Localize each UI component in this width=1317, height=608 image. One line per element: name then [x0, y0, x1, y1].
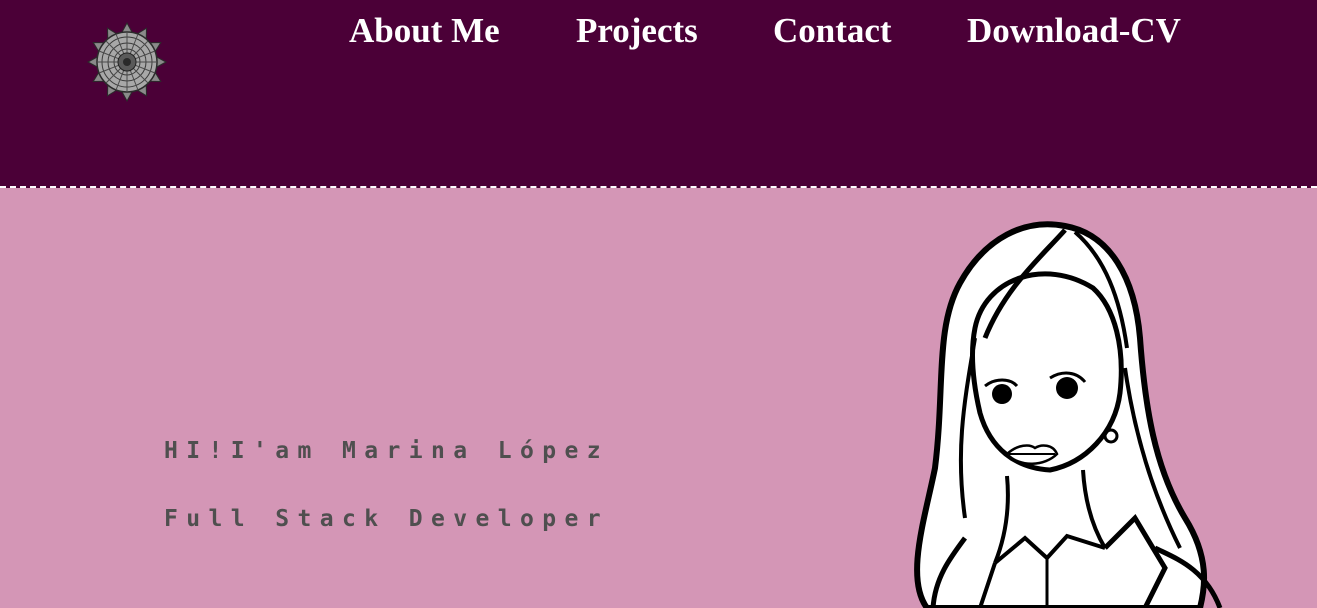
nav-download-cv-link[interactable]: Download-CV — [967, 8, 1181, 54]
nav-about-me-link[interactable]: About Me — [349, 8, 500, 54]
nav-contact-link[interactable]: Contact — [773, 8, 892, 54]
site-header: About Me Projects Contact Download-CV — [0, 0, 1317, 188]
hero-role: Full Stack Developer — [164, 506, 609, 532]
main-nav: About Me Projects Contact Download-CV — [0, 8, 1317, 58]
hero-section: HI!I'am Marina López Full Stack Develope… — [0, 188, 1317, 608]
woman-portrait-illustration — [914, 221, 1223, 608]
nav-projects-link[interactable]: Projects — [576, 8, 698, 54]
hero-greeting: HI!I'am Marina López — [164, 438, 609, 464]
